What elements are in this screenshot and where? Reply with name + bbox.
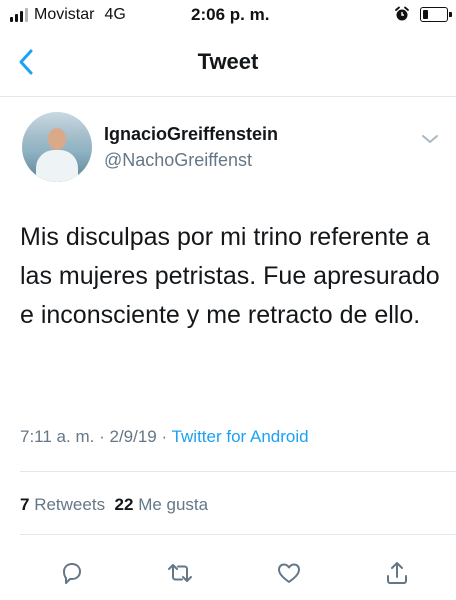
tweet-source-link[interactable]: Twitter for Android [172,427,309,446]
page-title: Tweet [197,49,259,74]
status-time: 2:06 p. m. [191,5,270,24]
share-icon [387,562,407,584]
network-type: 4G [104,6,126,23]
reply-button[interactable] [55,556,89,590]
tweet-time: 7:11 a. m. [20,427,95,446]
nav-header: Tweet [0,30,456,97]
tweet-stats: 7 Retweets 22 Me gusta [20,495,208,515]
retweet-button[interactable] [163,556,197,590]
likes-stat[interactable]: 22 Me gusta [115,495,209,514]
like-icon [278,563,300,583]
alarm-icon [395,6,409,21]
meta-separator: · [161,427,168,446]
divider [20,471,456,472]
meta-separator: · [99,427,105,446]
tweet-text: Mis disculpas por mi trino referente a l… [20,223,440,329]
status-bar-left: Movistar 4G [10,6,126,24]
status-bar-right [394,6,452,22]
reply-icon [63,563,81,584]
author-display-name[interactable]: IgnacioGreiffenstein [104,124,278,145]
like-button[interactable] [272,556,306,590]
likes-label: Me gusta [138,495,209,514]
retweets-stat[interactable]: 7 Retweets [20,495,105,514]
status-bar: Movistar 4G 2:06 p. m. [0,0,456,30]
tweet-actions [0,556,456,590]
tweet-options-button[interactable] [420,132,440,146]
signal-strength-icon [10,8,28,22]
avatar[interactable] [22,112,92,182]
battery-icon [420,6,452,22]
share-button[interactable] [380,556,414,590]
carrier-name: Movistar [34,6,95,23]
retweets-count: 7 [20,495,30,514]
author-handle[interactable]: @NachoGreiffenst [104,150,252,171]
retweet-icon [168,564,192,582]
retweets-label: Retweets [34,495,106,514]
divider [20,534,456,535]
likes-count: 22 [114,495,134,514]
tweet-meta: 7:11 a. m. · 2/9/19 · Twitter for Androi… [20,427,309,447]
tweet-author: IgnacioGreiffenstein @NachoGreiffenst [22,112,442,184]
chevron-down-icon [422,135,438,143]
tweet-date: 2/9/19 [109,427,157,446]
